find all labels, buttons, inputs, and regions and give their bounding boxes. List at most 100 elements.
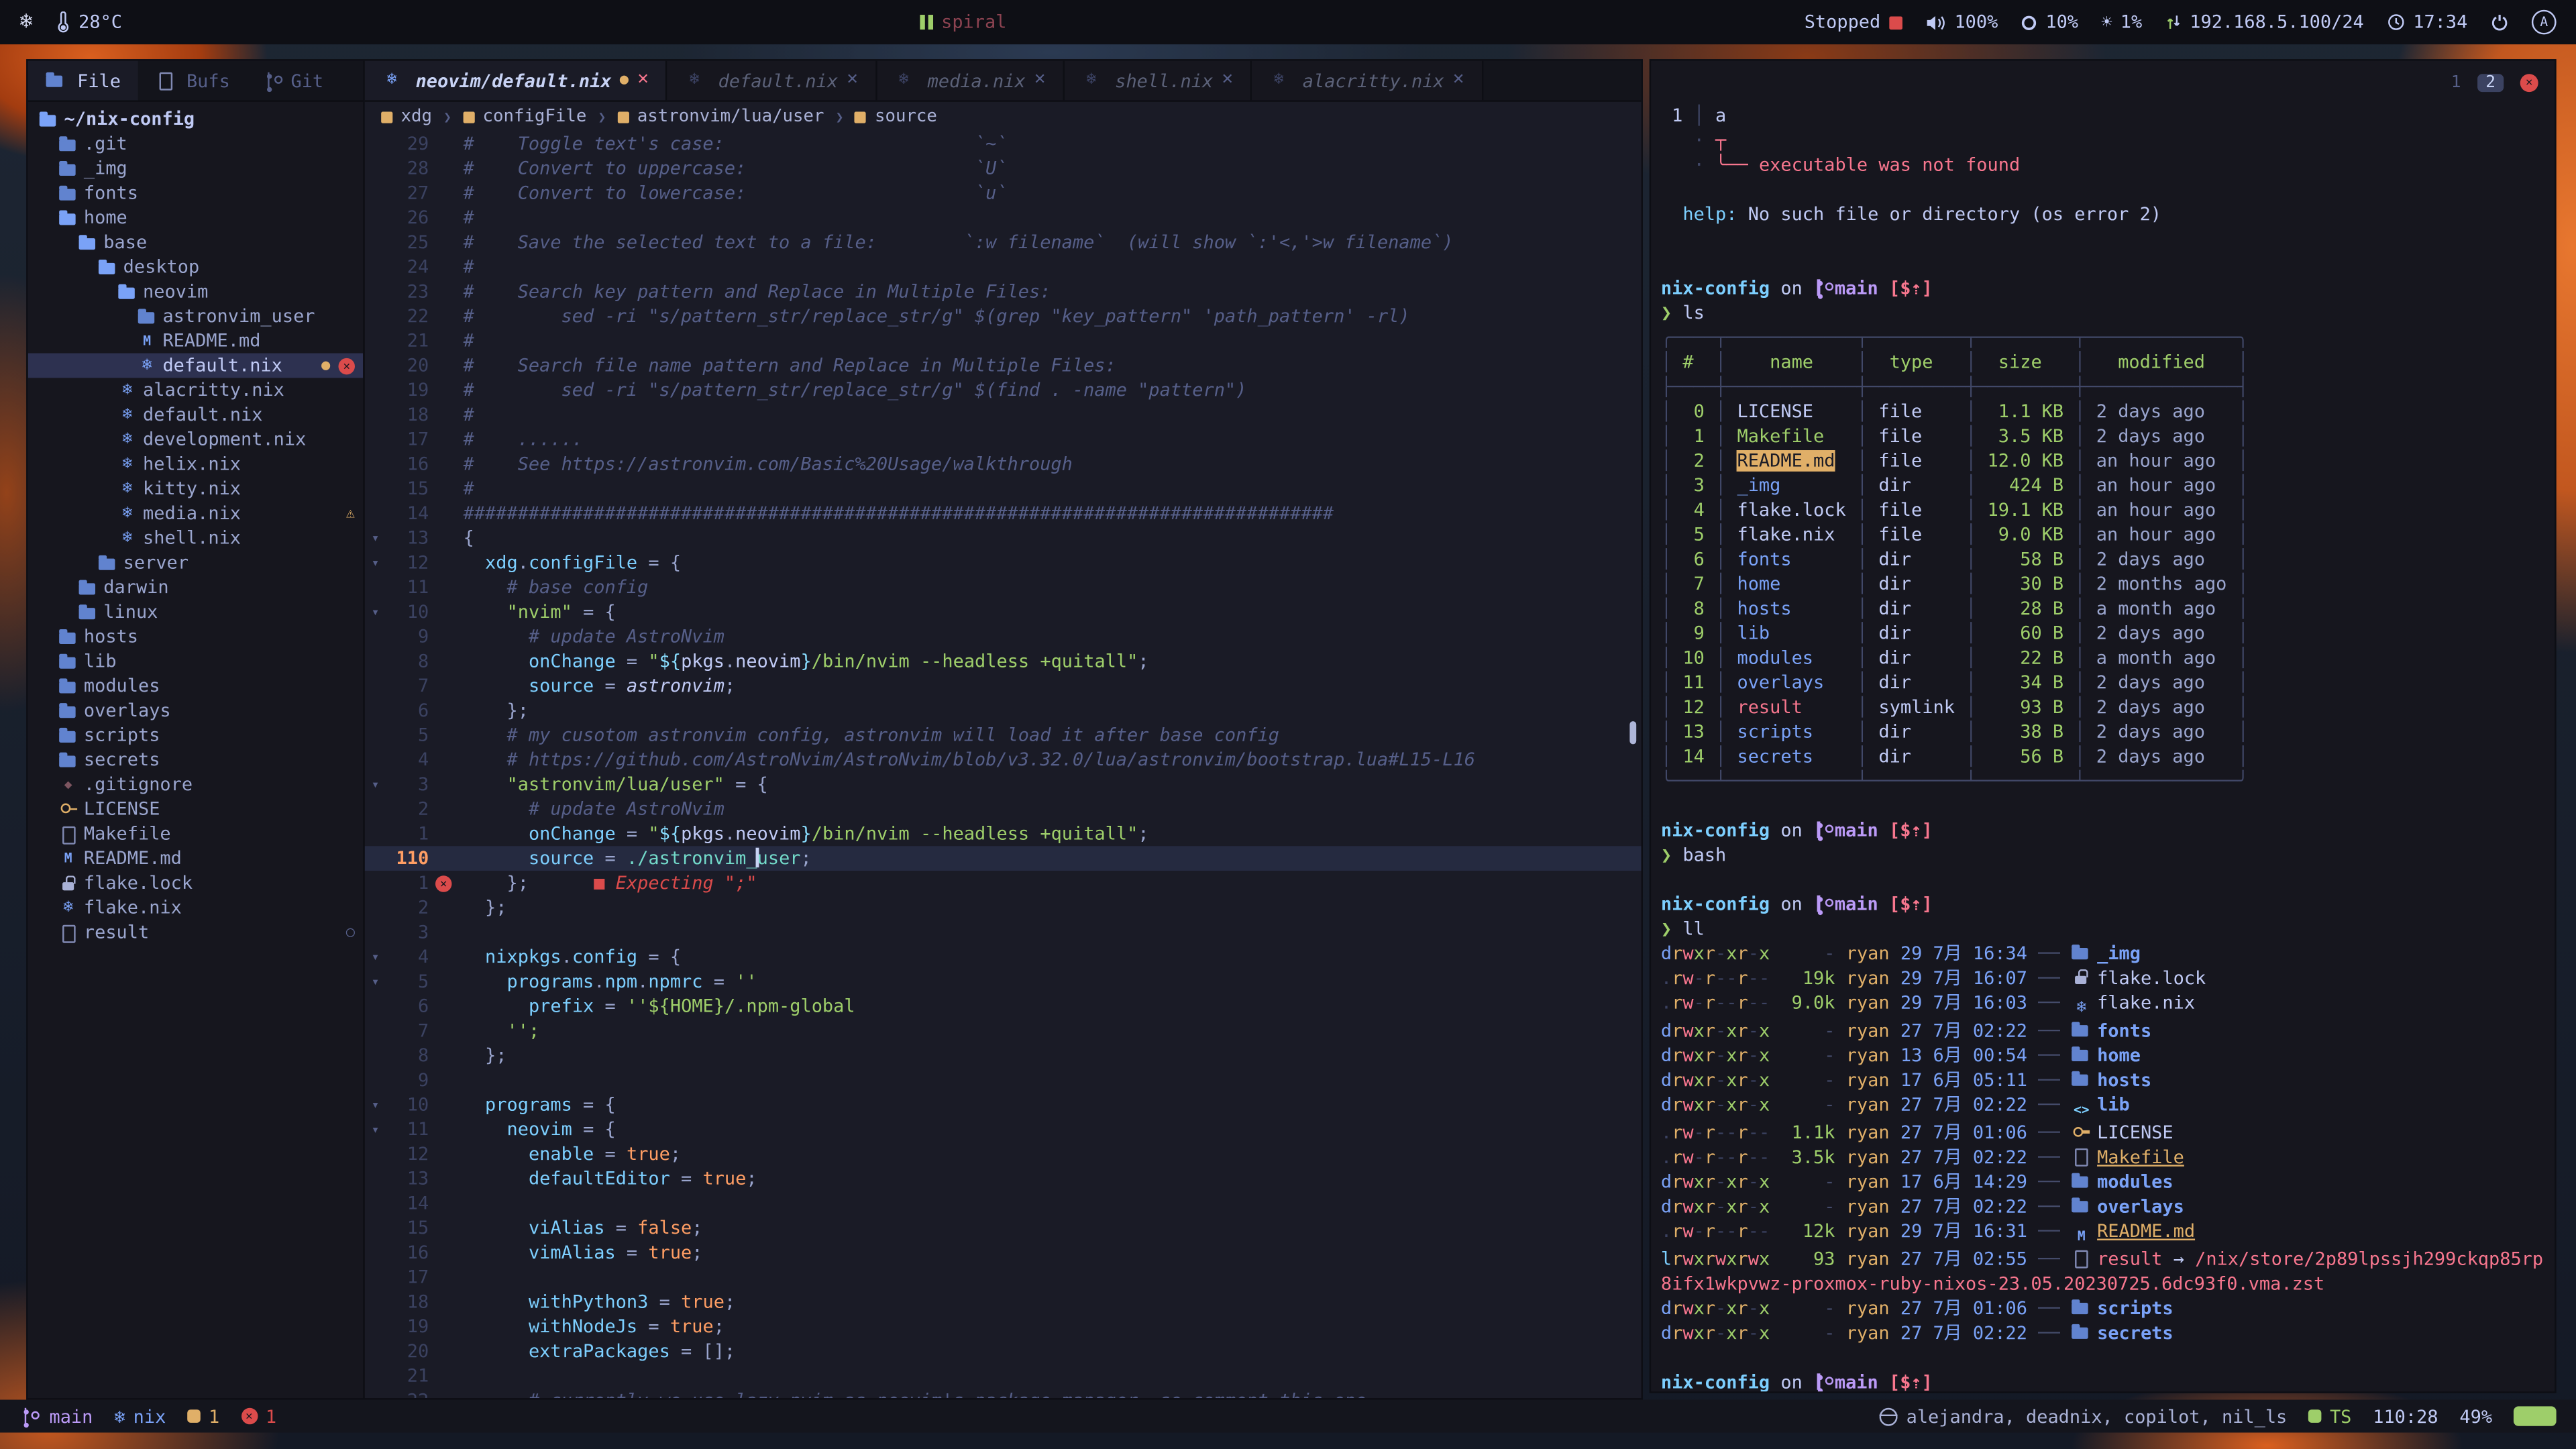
code-line[interactable]: 8 }; [365,1043,1642,1068]
code-line[interactable]: 3 [365,920,1642,945]
close-icon[interactable]: ✕ [1452,72,1464,89]
tree-item-lib[interactable]: lib [28,649,364,674]
close-icon[interactable]: ✕ [637,72,649,89]
code-line[interactable]: 21 [365,1364,1642,1389]
code-line[interactable]: 6 }; [365,698,1642,723]
code-line[interactable]: 1 onChange = "${pkgs.neovim}/bin/nvim --… [365,821,1642,846]
breadcrumb-item-xdg[interactable]: xdg [381,107,432,126]
tree-item-base[interactable]: base [28,230,364,255]
code-line[interactable]: ▾4 nixpkgs.config = { [365,945,1642,969]
close-icon[interactable]: ✕ [1221,72,1233,89]
code-line[interactable]: 21# [365,329,1642,354]
terminal-tab-2[interactable]: 2 [2477,73,2504,91]
code-line[interactable]: ▾10 "nvim" = { [365,600,1642,625]
code-line[interactable]: 5 # my cusotom astronvim config, astronv… [365,723,1642,748]
gauge-widget[interactable]: 10% [2021,11,2078,33]
code-line[interactable]: 17 [365,1265,1642,1290]
stopped-widget[interactable]: Stopped [1805,11,1902,33]
network-widget[interactable]: 192.168.5.100/24 [2165,11,2364,33]
code-line[interactable]: ▾5 programs.npm.npmrc = '' [365,969,1642,994]
tree-item-secrets[interactable]: secrets [28,747,364,772]
tree-item-default.nix[interactable]: ❄default.nix●✕ [28,354,364,378]
code-line[interactable]: 2 # update AstroNvim [365,797,1642,822]
code-line[interactable]: 23# Search key pattern and Replace in Mu… [365,279,1642,304]
tree-item-Makefile[interactable]: Makefile [28,821,364,846]
code-line[interactable]: 4 # https://github.com/AstroNvim/AstroNv… [365,747,1642,772]
code-line[interactable]: 1✕ }; ■ Expecting ";" [365,871,1642,896]
neotree-tab-bufs[interactable]: Bufs [137,61,246,101]
tree-item-helix.nix[interactable]: ❄helix.nix [28,451,364,476]
media-widget[interactable]: spiral [920,11,1006,33]
tree-item-linux[interactable]: linux [28,600,364,625]
user-badge[interactable]: A [2532,10,2557,35]
tree-item-README.md[interactable]: MREADME.md [28,329,364,354]
code-line[interactable]: 29# Toggle text's case: `~` [365,131,1642,156]
code-line[interactable]: 14 [365,1191,1642,1216]
code-line[interactable]: 22# sed -ri "s/pattern_str/replace_str/g… [365,304,1642,329]
tree-item-~/nix-config[interactable]: ~/nix-config [28,107,364,131]
code-line[interactable]: 28# Convert to uppercase: `U` [365,156,1642,181]
breadcrumb-item-configFile[interactable]: configFile [463,107,586,126]
code-line[interactable]: ▾3 "astronvim/lua/user" = { [365,772,1642,797]
diagnostic-error[interactable]: ✕ 1 [241,1405,276,1427]
tree-item-modules[interactable]: modules [28,674,364,698]
code-line[interactable]: 12 enable = true; [365,1142,1642,1167]
code-line[interactable]: ▾11 neovim = { [365,1117,1642,1142]
close-icon[interactable]: ✕ [846,72,858,89]
code-line[interactable]: ▾13{ [365,526,1642,551]
tree-item-server[interactable]: server [28,550,364,575]
code-line[interactable]: 14######################################… [365,501,1642,526]
breadcrumb-item-astronvim/lua/user[interactable]: astronvim/lua/user [617,107,824,126]
code-line[interactable]: 17# ...... [365,427,1642,452]
code-line[interactable]: 9 [365,1068,1642,1093]
code-line[interactable]: 15# [365,476,1642,501]
code-line[interactable]: 24# [365,255,1642,280]
code-line[interactable]: 26# [365,205,1642,230]
tree-item-shell.nix[interactable]: ❄shell.nix [28,526,364,551]
close-icon[interactable]: ✕ [1034,72,1046,89]
buffer-tab-neovim/default.nix[interactable]: ❄neovim/default.nix●✕ [365,61,667,101]
code-line[interactable]: 16 vimAlias = true; [365,1240,1642,1265]
terminal-tab-1[interactable]: 1 [2451,73,2461,91]
code-line[interactable]: 18 withPython3 = true; [365,1289,1642,1314]
code-line[interactable]: 13 defaultEditor = true; [365,1167,1642,1191]
tree-item-.gitignore[interactable]: ◆.gitignore [28,772,364,797]
code-line[interactable]: 6 prefix = ''${HOME}/.npm-global [365,994,1642,1019]
tree-item-_img[interactable]: _img [28,156,364,181]
tree-item-default.nix[interactable]: ❄default.nix [28,402,364,427]
nix-menu-button[interactable]: ❄ [19,10,32,35]
scrollbar-thumb[interactable] [1629,721,1636,744]
tree-item-kitty.nix[interactable]: ❄kitty.nix [28,476,364,501]
code-line[interactable]: 15 viAlias = false; [365,1216,1642,1240]
code-line[interactable]: 18# [365,402,1642,427]
code-line[interactable]: 27# Convert to lowercase: `u` [365,180,1642,205]
buffer-tab-default.nix[interactable]: ❄default.nix✕ [667,61,877,101]
code-line[interactable]: 25# Save the selected text to a file: `:… [365,230,1642,255]
code-line[interactable]: ▾12 xdg.configFile = { [365,550,1642,575]
code-line[interactable]: 11 # base config [365,575,1642,600]
clock-widget[interactable]: 17:34 [2387,11,2467,33]
tree-item-flake.nix[interactable]: ❄flake.nix [28,896,364,920]
code-line[interactable]: ▾10 programs = { [365,1093,1642,1118]
code-line[interactable]: 20 extraPackages = []; [365,1339,1642,1364]
git-branch[interactable]: main [19,1405,93,1427]
breadcrumb-item-source[interactable]: source [855,107,937,126]
neotree-tab-file[interactable]: File [28,61,138,101]
terminal-output[interactable]: 1 │ a · ┬ · ╰── executable was not found… [1651,100,2555,1393]
code-line[interactable]: 2 }; [365,896,1642,920]
power-button[interactable] [2491,13,2509,32]
code-line[interactable]: 20# Search file name pattern and Replace… [365,354,1642,378]
tree-item-fonts[interactable]: fonts [28,180,364,205]
tree-item-flake.lock[interactable]: flake.lock [28,871,364,896]
file-tree[interactable]: ~/nix-config.git_imgfontshomebasedesktop… [28,102,364,1398]
tree-item-result[interactable]: result○ [28,920,364,945]
tree-item-astronvim_user[interactable]: astronvim_user [28,304,364,329]
tree-item-media.nix[interactable]: ❄media.nix⚠ [28,501,364,526]
close-icon[interactable]: ✕ [2520,73,2538,91]
temperature-widget[interactable]: 28°C [56,11,122,33]
tree-item-darwin[interactable]: darwin [28,575,364,600]
tree-item-home[interactable]: home [28,205,364,230]
code-line[interactable]: 22 # currently we use lazy.nvim as neovi… [365,1388,1642,1398]
code-line[interactable]: 19 withNodeJs = true; [365,1314,1642,1339]
tree-item-neovim[interactable]: neovim [28,279,364,304]
